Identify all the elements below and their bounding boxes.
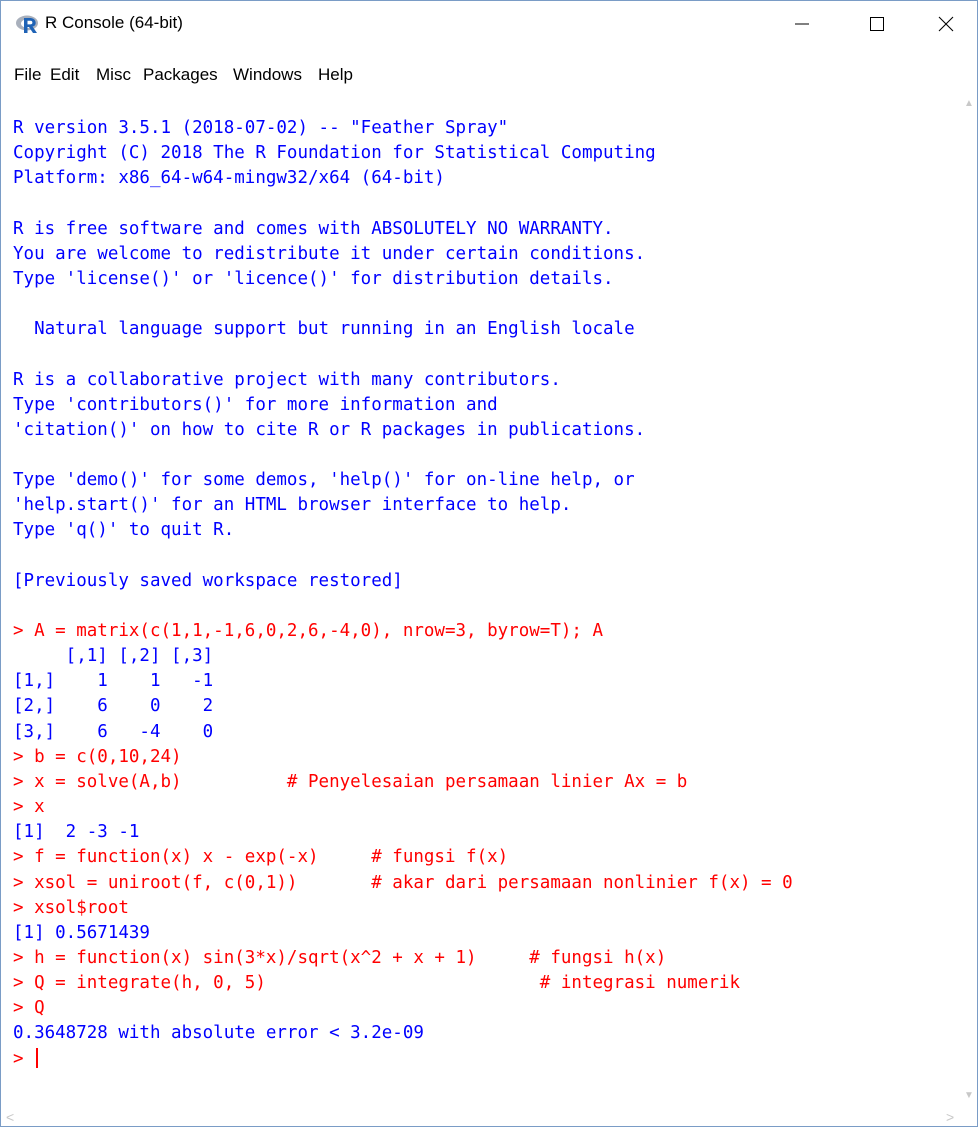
console-output-line: R is a collaborative project with many c… bbox=[13, 369, 561, 390]
menu-edit[interactable]: Edit bbox=[50, 65, 79, 85]
console-output-line: 0.3648728 with absolute error < 3.2e-09 bbox=[13, 1023, 424, 1044]
console-output-line: [Previously saved workspace restored] bbox=[13, 570, 403, 591]
scroll-up-icon[interactable]: ▲ bbox=[964, 98, 974, 109]
console-output-line: 'help.start()' for an HTML browser inter… bbox=[13, 495, 572, 516]
console-input-line: > xsol = uniroot(f, c(0,1)) # akar dari … bbox=[13, 872, 793, 893]
console-output-line: You are welcome to redistribute it under… bbox=[13, 243, 646, 264]
close-icon bbox=[938, 16, 954, 32]
console-input-line: > b = c(0,10,24) bbox=[13, 746, 182, 767]
console-input-line: > x bbox=[13, 797, 45, 817]
console-output-line: [1,] 1 1 -1 bbox=[13, 671, 214, 692]
minimize-icon bbox=[795, 23, 809, 25]
title-bar[interactable]: R Console (64-bit) bbox=[1, 1, 977, 47]
console-output-line: [1] 0.5671439 bbox=[13, 922, 150, 943]
close-button[interactable] bbox=[923, 1, 969, 47]
scroll-left-icon[interactable]: < bbox=[6, 1109, 14, 1125]
text-cursor bbox=[36, 1047, 39, 1068]
console-output-line: Platform: x86_64-w64-mingw32/x64 (64-bit… bbox=[13, 168, 445, 189]
console-output-line: R is free software and comes with ABSOLU… bbox=[13, 218, 614, 239]
console-input-line: > h = function(x) sin(3*x)/sqrt(x^2 + x … bbox=[13, 947, 667, 968]
console-output-line: Type 'contributors()' for more informati… bbox=[13, 394, 498, 415]
console-output-line: Natural language support but running in … bbox=[13, 319, 635, 340]
scroll-down-icon[interactable]: ▼ bbox=[964, 1090, 974, 1101]
console-output-line: [2,] 6 0 2 bbox=[13, 696, 214, 717]
minimize-button[interactable] bbox=[779, 1, 825, 47]
console-input-line: > f = function(x) x - exp(-x) # fungsi f… bbox=[13, 847, 509, 868]
console-input-line: > Q = integrate(h, 0, 5) # integrasi num… bbox=[13, 973, 740, 994]
console-output-line: [3,] 6 -4 0 bbox=[13, 721, 214, 742]
maximize-icon bbox=[870, 17, 884, 31]
menu-windows[interactable]: Windows bbox=[233, 65, 302, 85]
prompt-symbol: > bbox=[13, 1048, 35, 1069]
console-output-line: Type 'license()' or 'licence()' for dist… bbox=[13, 268, 614, 289]
menu-packages[interactable]: Packages bbox=[143, 65, 218, 85]
vertical-scrollbar[interactable]: ▲ ▼ bbox=[961, 96, 977, 1108]
console-output[interactable]: R version 3.5.1 (2018-07-02) -- "Feather… bbox=[1, 96, 961, 1108]
menu-file[interactable]: File bbox=[14, 65, 41, 85]
console-output-line: R version 3.5.1 (2018-07-02) -- "Feather… bbox=[13, 118, 509, 138]
r-logo-icon bbox=[16, 15, 38, 33]
console-output-line: [1] 2 -3 -1 bbox=[13, 822, 140, 843]
console-output-line: Type 'demo()' for some demos, 'help()' f… bbox=[13, 470, 635, 491]
console-output-line: 'citation()' on how to cite R or R packa… bbox=[13, 419, 646, 440]
window-title: R Console (64-bit) bbox=[45, 13, 183, 32]
scroll-right-icon[interactable]: > bbox=[946, 1109, 954, 1125]
menu-misc[interactable]: Misc bbox=[96, 65, 131, 85]
console-input-line: > x = solve(A,b) # Penyelesaian persamaa… bbox=[13, 771, 688, 792]
menu-bar: File Edit Misc Packages Windows Help bbox=[1, 61, 977, 89]
maximize-button[interactable] bbox=[854, 1, 900, 47]
r-console-window: R Console (64-bit) File Edit Misc Packag… bbox=[0, 0, 978, 1127]
console-output-line: [,1] [,2] [,3] bbox=[13, 646, 214, 667]
console-output-line: Type 'q()' to quit R. bbox=[13, 520, 235, 541]
console-input-line: > A = matrix(c(1,1,-1,6,0,2,6,-4,0), nro… bbox=[13, 621, 604, 641]
console-output-line: Copyright (C) 2018 The R Foundation for … bbox=[13, 143, 656, 164]
horizontal-scrollbar[interactable]: < > bbox=[1, 1108, 961, 1126]
scrollbar-corner bbox=[961, 1108, 977, 1126]
menu-help[interactable]: Help bbox=[318, 65, 353, 85]
console-input-line: > xsol$root bbox=[13, 897, 129, 918]
console-prompt[interactable]: > bbox=[13, 1047, 39, 1071]
console-input-line: > Q bbox=[13, 998, 45, 1019]
